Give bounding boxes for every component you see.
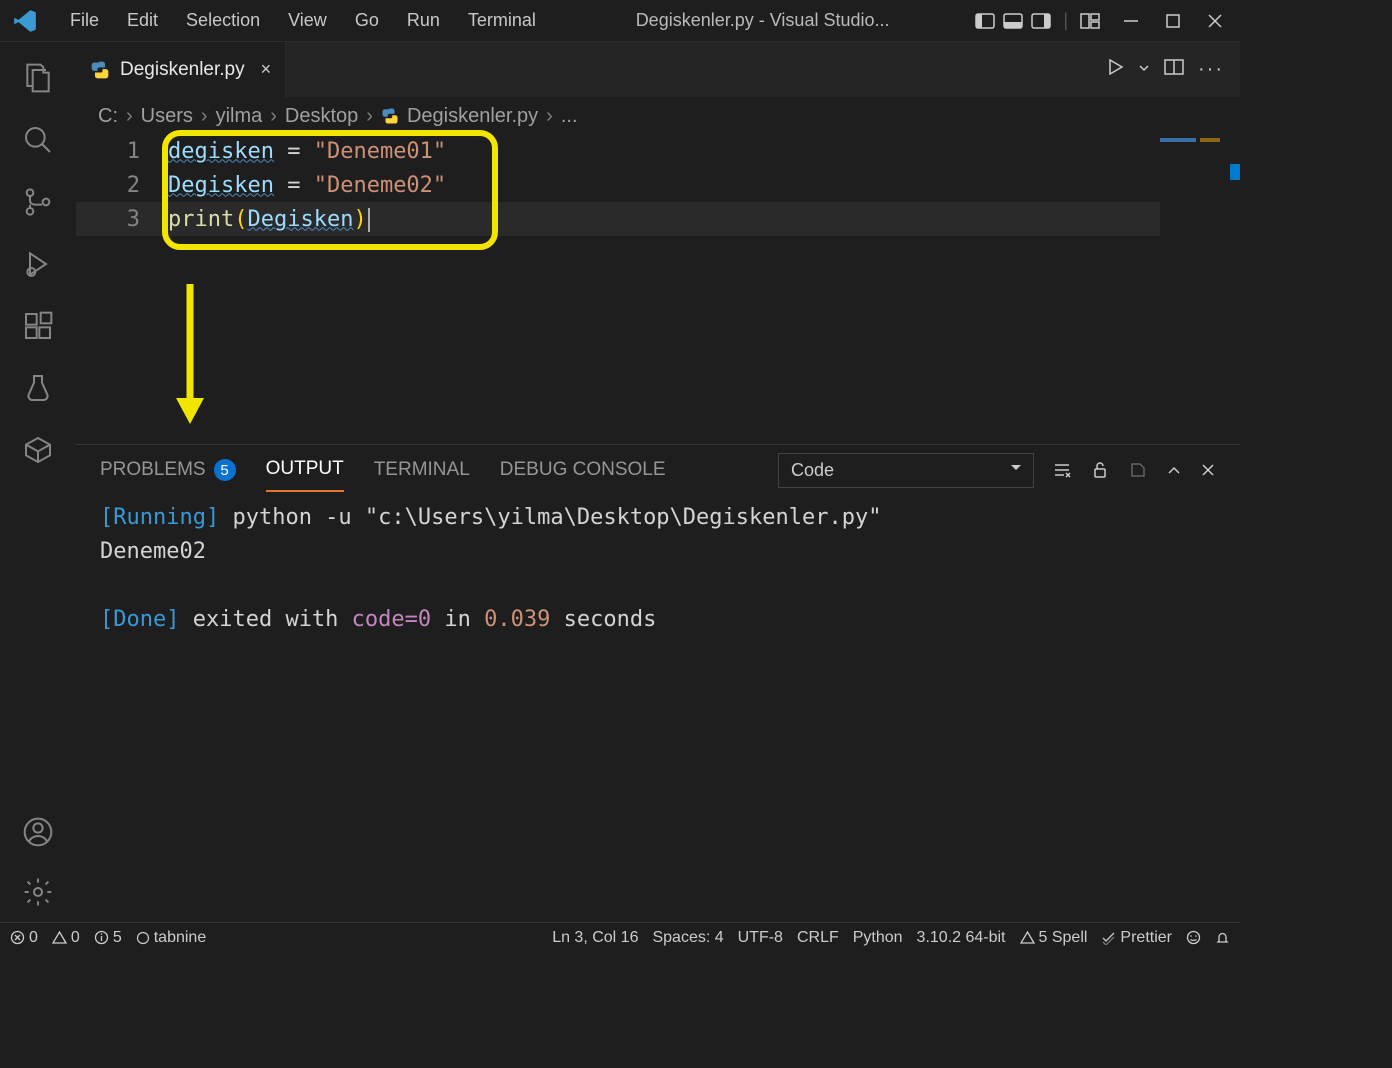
tab-degiskenler[interactable]: Degiskenler.py × xyxy=(76,42,286,97)
panel-close-icon[interactable] xyxy=(1200,462,1216,478)
menu-file[interactable]: File xyxy=(56,10,113,31)
open-log-file-icon[interactable] xyxy=(1128,460,1148,480)
code-editor[interactable]: 1 degisken = "Deneme01" 2 Degisken = "De… xyxy=(76,134,1240,444)
code-token: degisken xyxy=(168,139,274,164)
toggle-panel-icon[interactable] xyxy=(1003,11,1023,31)
breadcrumb-item[interactable]: ... xyxy=(561,105,578,128)
breadcrumb-item[interactable]: Degiskenler.py xyxy=(407,105,538,128)
breadcrumb-item[interactable]: C: xyxy=(98,105,118,128)
status-feedback-icon[interactable] xyxy=(1186,930,1201,945)
problems-count-badge: 5 xyxy=(214,459,236,481)
breadcrumb-item[interactable]: yilma xyxy=(216,105,263,128)
window-maximize-icon[interactable] xyxy=(1166,14,1180,28)
caret-icon xyxy=(368,208,370,232)
status-eol[interactable]: CRLF xyxy=(797,929,839,947)
status-bar: 0 0 5 tabnine Ln 3, Col 16 Spaces: 4 UTF… xyxy=(0,922,1240,952)
output-channel-select[interactable]: Code xyxy=(778,453,1034,488)
explorer-icon[interactable] xyxy=(22,62,54,94)
window-title: Degiskenler.py - Visual Studio... xyxy=(550,10,975,31)
menu-edit[interactable]: Edit xyxy=(113,10,172,31)
output-line: python -u "c:\Users\yilma\Desktop\Degisk… xyxy=(219,505,881,530)
line-number: 2 xyxy=(76,173,168,198)
output-line: Deneme02 xyxy=(100,535,1216,569)
panel-tab-output[interactable]: OUTPUT xyxy=(266,448,344,492)
status-cursor-position[interactable]: Ln 3, Col 16 xyxy=(552,929,638,947)
output-line: [Running] xyxy=(100,505,219,530)
clear-output-icon[interactable] xyxy=(1052,460,1072,480)
run-debug-icon[interactable] xyxy=(22,248,54,280)
code-token: = xyxy=(274,139,314,164)
breadcrumb-item[interactable]: Desktop xyxy=(285,105,358,128)
status-python-interpreter[interactable]: 3.10.2 64-bit xyxy=(917,929,1006,947)
search-icon[interactable] xyxy=(22,124,54,156)
output-line: [Done] xyxy=(100,607,179,632)
window-close-icon[interactable] xyxy=(1208,14,1222,28)
customize-layout-icon[interactable] xyxy=(1080,11,1100,31)
python-file-icon xyxy=(381,107,399,125)
tab-label: Degiskenler.py xyxy=(120,59,245,81)
status-spell[interactable]: 5 Spell xyxy=(1020,929,1088,947)
output-line: 0.039 xyxy=(484,607,550,632)
toggle-primary-sidebar-icon[interactable] xyxy=(975,11,995,31)
extensions-icon[interactable] xyxy=(22,310,54,342)
status-language[interactable]: Python xyxy=(853,929,903,947)
line-number: 1 xyxy=(76,139,168,164)
code-token: Degisken xyxy=(247,207,353,232)
run-dropdown-icon[interactable] xyxy=(1138,61,1150,79)
settings-gear-icon[interactable] xyxy=(22,876,54,908)
testing-icon[interactable] xyxy=(22,372,54,404)
editor-tabs: Degiskenler.py × ··· xyxy=(76,42,1240,98)
panel-tab-debug-console[interactable]: DEBUG CONSOLE xyxy=(500,449,666,491)
vscode-logo-icon xyxy=(12,8,38,34)
python-file-icon xyxy=(90,60,110,80)
minimap[interactable] xyxy=(1160,134,1240,444)
activity-bar xyxy=(0,42,76,922)
code-token: ) xyxy=(353,207,366,232)
code-token: "Deneme02" xyxy=(314,173,446,198)
code-token: "Deneme01" xyxy=(314,139,446,164)
line-number: 3 xyxy=(76,207,168,232)
menu-run[interactable]: Run xyxy=(393,10,454,31)
bottom-panel: PROBLEMS5 OUTPUT TERMINAL DEBUG CONSOLE … xyxy=(76,444,1240,922)
status-warnings[interactable]: 0 xyxy=(52,929,80,947)
panel-tab-problems[interactable]: PROBLEMS5 xyxy=(100,449,236,492)
output-line: in xyxy=(431,607,484,632)
status-encoding[interactable]: UTF-8 xyxy=(738,929,783,947)
toggle-secondary-sidebar-icon[interactable] xyxy=(1031,11,1051,31)
output-line: exited with xyxy=(179,607,351,632)
panel-tab-terminal[interactable]: TERMINAL xyxy=(374,449,470,491)
code-token: = xyxy=(274,173,314,198)
title-bar: File Edit Selection View Go Run Terminal… xyxy=(0,0,1240,42)
status-notifications-icon[interactable] xyxy=(1215,930,1230,945)
breadcrumb-item[interactable]: Users xyxy=(141,105,193,128)
panel-maximize-icon[interactable] xyxy=(1166,462,1182,478)
split-editor-icon[interactable] xyxy=(1164,57,1184,82)
code-token: Degisken xyxy=(168,173,274,198)
status-tabnine[interactable]: tabnine xyxy=(136,929,207,947)
output-line: code=0 xyxy=(352,607,431,632)
output-line: seconds xyxy=(550,607,656,632)
status-info[interactable]: 5 xyxy=(94,929,122,947)
source-control-icon[interactable] xyxy=(22,186,54,218)
status-prettier[interactable]: Prettier xyxy=(1101,929,1172,947)
tab-close-icon[interactable]: × xyxy=(261,59,272,80)
menu-view[interactable]: View xyxy=(274,10,341,31)
account-icon[interactable] xyxy=(22,816,54,848)
more-actions-icon[interactable]: ··· xyxy=(1198,58,1224,81)
status-errors[interactable]: 0 xyxy=(10,929,38,947)
code-token: print xyxy=(168,207,234,232)
window-minimize-icon[interactable] xyxy=(1124,14,1138,28)
menu-go[interactable]: Go xyxy=(341,10,393,31)
run-file-icon[interactable] xyxy=(1106,58,1124,81)
menu-selection[interactable]: Selection xyxy=(172,10,274,31)
output-content[interactable]: [Running] python -u "c:\Users\yilma\Desk… xyxy=(76,495,1240,643)
menu-terminal[interactable]: Terminal xyxy=(454,10,550,31)
status-indentation[interactable]: Spaces: 4 xyxy=(652,929,723,947)
scroll-lock-icon[interactable] xyxy=(1090,460,1110,480)
breadcrumb[interactable]: C:› Users› yilma› Desktop› Degiskenler.p… xyxy=(76,98,1240,134)
code-token: ( xyxy=(234,207,247,232)
misc-extension-icon[interactable] xyxy=(22,434,54,466)
